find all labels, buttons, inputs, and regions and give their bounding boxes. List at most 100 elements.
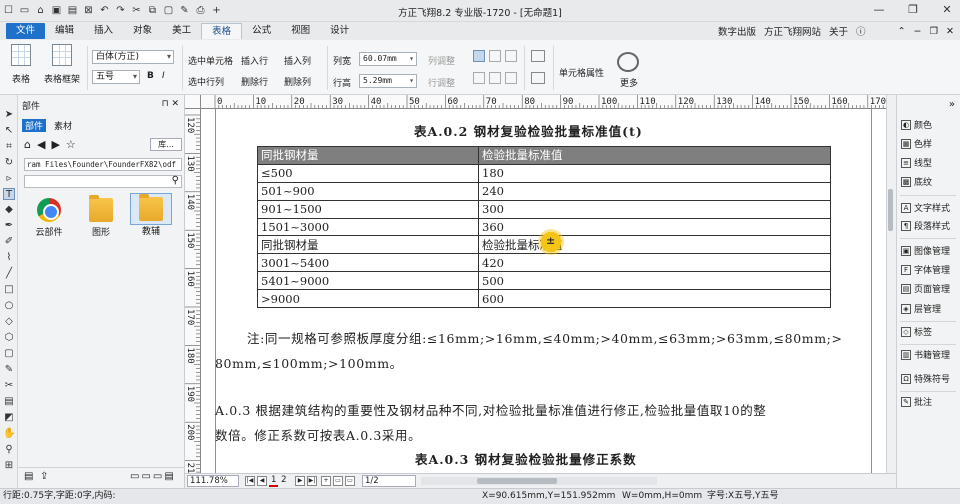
search-icon[interactable]: ⚲: [172, 175, 179, 186]
insert-col-button[interactable]: 插入列: [284, 54, 311, 67]
rounded-rect-icon[interactable]: ▢: [3, 348, 15, 360]
table-button[interactable]: 表格: [4, 44, 38, 85]
table-cell[interactable]: 检验批量标准值: [478, 146, 831, 165]
first-page-icon[interactable]: |◀: [245, 476, 255, 486]
tab-insert[interactable]: 插入: [84, 23, 123, 39]
direct-select-icon[interactable]: ↖: [3, 125, 15, 137]
scroll-thumb[interactable]: [888, 189, 893, 231]
panel-save-icon[interactable]: ▤: [24, 471, 33, 482]
table-cell[interactable]: 300: [478, 199, 831, 219]
shading-icon[interactable]: [531, 72, 545, 84]
vertical-scrollbar[interactable]: [886, 95, 896, 473]
zoom-select[interactable]: 111.78%: [187, 475, 239, 487]
file-item-teaching[interactable]: 教辅: [130, 193, 172, 237]
bucket-icon[interactable]: ◩: [3, 412, 15, 424]
tab-table[interactable]: 表格: [201, 23, 243, 39]
table-row[interactable]: ≤500 180: [257, 163, 831, 183]
tab-formula[interactable]: 公式: [242, 23, 281, 39]
doc-restore-icon[interactable]: ❐: [930, 26, 939, 37]
table-cell[interactable]: 501~900: [257, 181, 479, 201]
panel-shading[interactable]: ▩ 底纹: [901, 175, 932, 188]
search-input[interactable]: ⚲: [24, 175, 182, 188]
gradient-icon[interactable]: ▤: [3, 396, 15, 408]
restore-icon[interactable]: ❐: [906, 3, 920, 16]
panel-upload-icon[interactable]: ⇪: [40, 471, 48, 482]
file-item-cloud[interactable]: 云部件: [28, 195, 70, 238]
table-cell[interactable]: 1501~3000: [257, 217, 479, 237]
table-row[interactable]: 501~900 240: [257, 181, 831, 201]
ribbon-collapse-icon[interactable]: ⌃: [898, 26, 906, 37]
horizontal-scrollbar[interactable]: [421, 477, 657, 485]
table-cell[interactable]: 500: [478, 271, 831, 291]
table-row[interactable]: >9000 600: [257, 289, 831, 309]
page-icon-a[interactable]: ▭: [333, 476, 343, 486]
valign-middle-icon[interactable]: [489, 72, 501, 84]
favorite-icon[interactable]: ☆: [66, 138, 76, 151]
align-left-icon[interactable]: [473, 50, 485, 62]
valign-bottom-icon[interactable]: [505, 72, 517, 84]
panel-book-manager[interactable]: ▥ 书籍管理: [901, 348, 950, 361]
table-row[interactable]: 同批钢材量 检验批量标准值: [257, 146, 831, 165]
document-page[interactable]: 表A.0.2 钢材复验检验批量标准值(t) 同批钢材量 检验批量标准值 ≤500 18…: [201, 109, 886, 473]
diamond-icon[interactable]: ◇: [3, 316, 15, 328]
table-cell[interactable]: 360: [478, 217, 831, 237]
panel-color[interactable]: ◐ 颜色: [901, 118, 932, 131]
scissors-icon[interactable]: ✂: [3, 380, 15, 392]
page-select[interactable]: 1/2: [362, 475, 416, 487]
table-cell[interactable]: 3001~5400: [257, 253, 479, 273]
polygon-icon[interactable]: ⬡: [3, 332, 15, 344]
freehand-icon[interactable]: ✎: [3, 364, 15, 376]
tab-art[interactable]: 美工: [162, 23, 201, 39]
pencil-icon[interactable]: ✐: [3, 236, 15, 248]
table-cell[interactable]: 901~1500: [257, 199, 479, 219]
table-cell[interactable]: 同批钢材量: [257, 146, 479, 165]
table-row[interactable]: 3001~5400 420: [257, 253, 831, 273]
page-icon-b[interactable]: ▭: [345, 476, 355, 486]
select-row-col-button[interactable]: 选中行列: [188, 75, 224, 88]
next-page-icon[interactable]: ▶: [295, 476, 305, 486]
panel-pin-icon[interactable]: ⊓ ✕: [162, 99, 179, 109]
select-cell-button[interactable]: 选中单元格: [188, 54, 233, 67]
table-cell[interactable]: 420: [478, 253, 831, 273]
italic-button[interactable]: I: [162, 71, 165, 81]
panel-annotation[interactable]: ✎ 批注: [901, 395, 932, 408]
table-cell[interactable]: 检验批量标准值: [478, 235, 831, 255]
rotate-icon[interactable]: ↻: [3, 157, 15, 169]
font-size-select[interactable]: 五号: [92, 70, 140, 84]
home-icon[interactable]: ⌂: [24, 138, 31, 151]
page-1-tab[interactable]: 1: [269, 475, 279, 487]
tab-materials[interactable]: 素材: [54, 119, 72, 132]
file-item-graphics[interactable]: 图形: [80, 195, 122, 238]
tab-design[interactable]: 设计: [320, 23, 359, 39]
data-table[interactable]: 同批钢材量 检验批量标准值 ≤500 180 501~900 240 901~1500 300…: [257, 146, 831, 309]
minimize-icon[interactable]: —: [872, 3, 886, 16]
table-cell[interactable]: 600: [478, 289, 831, 309]
crop-icon[interactable]: ⌗: [3, 141, 15, 153]
rectangle-icon[interactable]: □: [3, 284, 15, 296]
line-icon[interactable]: ╱: [3, 268, 15, 280]
table-frame-button[interactable]: 表格框架: [42, 44, 82, 85]
digital-publish-link[interactable]: 数字出版: [718, 24, 756, 38]
back-icon[interactable]: ◀: [37, 138, 45, 151]
delete-col-button[interactable]: 删除列: [284, 75, 311, 88]
add-page-icon[interactable]: +: [321, 476, 331, 486]
panel-text-style[interactable]: A 文字样式: [901, 201, 950, 214]
eyedropper-icon[interactable]: ⌇: [3, 252, 15, 264]
hand-icon[interactable]: ✋: [3, 428, 15, 440]
hscroll-thumb[interactable]: [477, 478, 557, 484]
bold-button[interactable]: B: [147, 71, 154, 81]
select-arrow-icon[interactable]: ➤: [3, 109, 15, 121]
border-icon[interactable]: [531, 50, 545, 62]
insert-row-button[interactable]: 插入行: [241, 54, 268, 67]
tab-view[interactable]: 视图: [281, 23, 320, 39]
doc-close-icon[interactable]: ✕: [946, 26, 954, 37]
tab-parts[interactable]: 部件: [22, 119, 47, 132]
more-button[interactable]: 更多: [620, 76, 638, 89]
tab-object[interactable]: 对象: [123, 23, 162, 39]
table-cell[interactable]: 5401~9000: [257, 271, 479, 291]
forward-icon[interactable]: ▶: [51, 138, 59, 151]
table-row[interactable]: 901~1500 300: [257, 199, 831, 219]
panel-swatch[interactable]: ▦ 色样: [901, 137, 932, 150]
tab-file[interactable]: 文件: [6, 23, 46, 39]
fill-icon[interactable]: ◆: [3, 204, 15, 216]
